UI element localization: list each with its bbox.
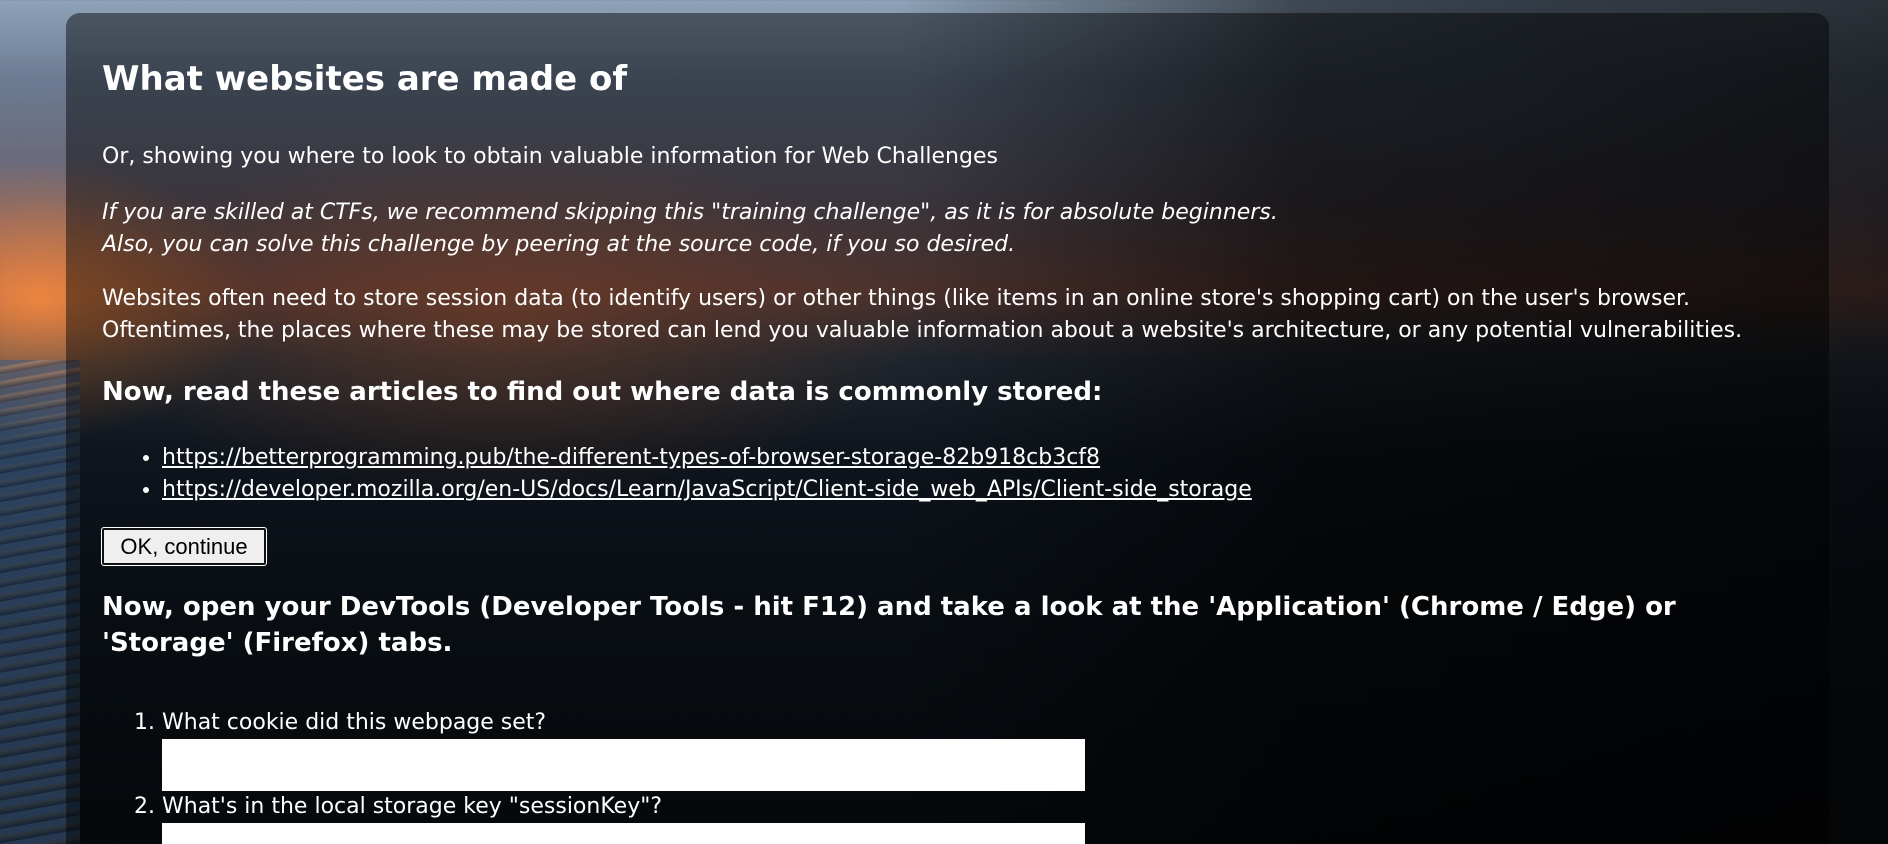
cookie-answer-input[interactable]	[162, 739, 1085, 791]
article-links-list: https://betterprogramming.pub/the-differ…	[102, 442, 1252, 506]
question-label-1: What cookie did this webpage set?	[162, 710, 547, 735]
question-label-2: What's in the local storage key "session…	[162, 794, 663, 819]
questions-list: What cookie did this webpage set? What's…	[102, 707, 1085, 844]
article-link-browser-storage[interactable]: https://betterprogramming.pub/the-differ…	[162, 445, 1100, 470]
question-item-2: What's in the local storage key "session…	[162, 791, 1085, 844]
intro-paragraph: Websites often need to store session dat…	[102, 283, 1742, 347]
challenge-panel: What websites are made of Or, showing yo…	[66, 13, 1829, 844]
page-title: What websites are made of	[102, 59, 628, 99]
session-key-answer-input[interactable]	[162, 823, 1085, 844]
articles-heading: Now, read these articles to find out whe…	[102, 377, 1103, 407]
page-subtitle: Or, showing you where to look to obtain …	[102, 144, 998, 169]
beginner-note: If you are skilled at CTFs, we recommend…	[102, 197, 1278, 261]
question-item-1: What cookie did this webpage set?	[162, 707, 1085, 791]
list-item: https://betterprogramming.pub/the-differ…	[162, 442, 1252, 474]
list-item: https://developer.mozilla.org/en-US/docs…	[162, 474, 1252, 506]
beginner-note-line-2: Also, you can solve this challenge by pe…	[102, 232, 1016, 257]
beginner-note-line-1: If you are skilled at CTFs, we recommend…	[102, 200, 1278, 225]
ok-continue-button[interactable]: OK, continue	[101, 527, 267, 566]
intro-line-1: Websites often need to store session dat…	[102, 286, 1691, 311]
intro-line-2: Oftentimes, the places where these may b…	[102, 318, 1743, 343]
devtools-heading: Now, open your DevTools (Developer Tools…	[102, 592, 1676, 658]
article-link-mdn-client-side-storage[interactable]: https://developer.mozilla.org/en-US/docs…	[162, 477, 1252, 502]
